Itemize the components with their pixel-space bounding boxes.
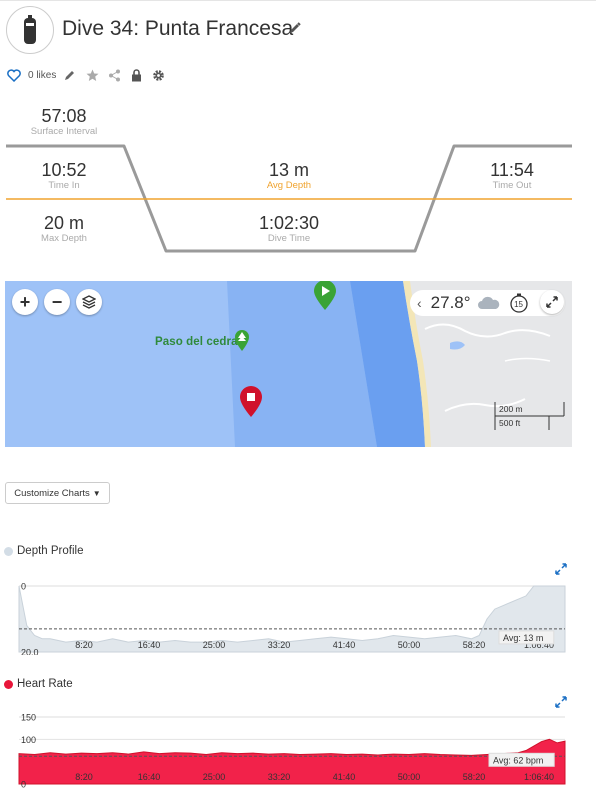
x-tick-label: 16:40 bbox=[138, 772, 161, 782]
chevron-left-icon[interactable]: ‹ bbox=[417, 295, 422, 311]
y-tick-label: 150 bbox=[21, 713, 36, 723]
x-tick-label: 58:20 bbox=[463, 772, 486, 782]
end-marker-icon[interactable] bbox=[238, 384, 264, 418]
pencil-icon[interactable] bbox=[288, 21, 302, 35]
timer-icon: 15 bbox=[509, 293, 529, 313]
y-tick-label: 100 bbox=[21, 735, 36, 745]
customize-charts-label: Customize Charts bbox=[14, 487, 90, 499]
action-bar: 0 likes bbox=[6, 66, 172, 84]
place-label[interactable]: Paso del cedral bbox=[155, 336, 241, 348]
max-depth-stat: 20 m Max Depth bbox=[4, 213, 124, 245]
tree-marker-icon[interactable] bbox=[233, 329, 251, 351]
cloud-icon bbox=[477, 296, 499, 309]
x-tick-label: 16:40 bbox=[138, 640, 161, 650]
layers-icon bbox=[82, 295, 96, 309]
time-in-label: Time In bbox=[48, 180, 80, 191]
time-out-value: 11:54 bbox=[490, 160, 534, 180]
heart-rate-legend-dot bbox=[4, 679, 13, 689]
expand-heart-rate-chart-icon[interactable] bbox=[555, 696, 567, 708]
map-scale: 200 m 500 ft bbox=[494, 402, 566, 430]
scale-metric: 200 m bbox=[499, 404, 523, 414]
expand-icon bbox=[546, 296, 558, 308]
max-depth-label: Max Depth bbox=[41, 233, 87, 244]
max-depth-value: 20 m bbox=[43, 213, 85, 233]
avg-badge-label: Avg: 62 bpm bbox=[493, 755, 543, 765]
dive-time-label: Dive Time bbox=[267, 233, 311, 244]
x-tick-label: 1:06:40 bbox=[524, 772, 554, 782]
tank-icon bbox=[24, 15, 36, 44]
temperature: 27.8° bbox=[430, 293, 471, 312]
scale-imperial: 500 ft bbox=[499, 418, 521, 428]
heart-rate-chart[interactable]: 150 100 0 8:20 16:40 25:00 33:20 41:40 50:00 58:2… bbox=[0, 708, 596, 800]
fullscreen-button[interactable] bbox=[540, 290, 564, 314]
depth-chart[interactable]: 020.08:20 16:40 25:00 33:20 41:40 50:00 58:20 1… bbox=[0, 570, 596, 655]
time-out-label: Time Out bbox=[492, 180, 532, 191]
time-in-stat: 10:52 Time In bbox=[4, 160, 124, 192]
timer-value: 15 bbox=[514, 299, 524, 309]
plus-icon: + bbox=[19, 291, 31, 312]
share-icon[interactable] bbox=[106, 67, 122, 83]
gear-icon[interactable] bbox=[150, 67, 166, 83]
y-tick-label: 0 bbox=[21, 582, 26, 592]
layers-button[interactable] bbox=[76, 289, 102, 315]
depth-chart-title: Depth Profile bbox=[4, 545, 84, 557]
zoom-in-button[interactable]: + bbox=[12, 289, 38, 315]
x-tick-label: 33:20 bbox=[268, 640, 291, 650]
minus-icon: − bbox=[51, 291, 63, 312]
customize-charts-button[interactable]: Customize Charts ▼ bbox=[5, 482, 110, 504]
x-tick-label: 8:20 bbox=[75, 772, 93, 782]
x-tick-label: 8:20 bbox=[75, 640, 93, 650]
y-tick-label: 0 bbox=[21, 780, 26, 790]
x-tick-label: 25:00 bbox=[203, 640, 226, 650]
pencil-icon[interactable] bbox=[62, 67, 78, 83]
surface-interval-value: 57:08 bbox=[41, 106, 87, 126]
x-tick-label: 33:20 bbox=[268, 772, 291, 782]
page-title: Dive 34: Punta Francesa bbox=[62, 17, 294, 40]
depth-legend-dot bbox=[4, 546, 13, 556]
avg-depth-label: Avg Depth bbox=[266, 180, 312, 191]
y-tick-label: 20.0 bbox=[21, 648, 39, 656]
lock-icon[interactable] bbox=[128, 67, 144, 83]
avg-badge-label: Avg: 13 m bbox=[503, 633, 543, 643]
x-tick-label: 58:20 bbox=[463, 640, 486, 650]
time-out-stat: 11:54 Time Out bbox=[452, 160, 572, 192]
x-tick-label: 50:00 bbox=[398, 772, 421, 782]
x-tick-label: 41:40 bbox=[333, 772, 356, 782]
x-tick-label: 41:40 bbox=[333, 640, 356, 650]
surface-interval-label: Surface Interval bbox=[30, 126, 98, 137]
dive-avatar[interactable] bbox=[6, 6, 54, 54]
heart-rate-chart-title-text: Heart Rate bbox=[17, 678, 73, 690]
dive-time-value: 1:02:30 bbox=[258, 213, 320, 233]
x-tick-label: 25:00 bbox=[203, 772, 226, 782]
dive-profile-diagram: 57:08 Surface Interval 10:52 Time In 13 … bbox=[0, 96, 596, 266]
time-in-value: 10:52 bbox=[41, 160, 87, 180]
page-top-border bbox=[0, 0, 596, 1]
avg-depth-stat: 13 m Avg Depth bbox=[229, 160, 349, 192]
start-marker-icon[interactable] bbox=[312, 281, 338, 311]
surface-interval-stat: 57:08 Surface Interval bbox=[4, 106, 124, 138]
x-tick-label: 50:00 bbox=[398, 640, 421, 650]
avg-depth-value: 13 m bbox=[268, 160, 310, 180]
star-icon[interactable] bbox=[84, 67, 100, 83]
dive-time-stat: 1:02:30 Dive Time bbox=[229, 213, 349, 245]
heart-icon[interactable] bbox=[6, 67, 22, 83]
heart-rate-chart-title: Heart Rate bbox=[4, 678, 73, 690]
depth-chart-title-text: Depth Profile bbox=[17, 545, 84, 557]
caret-down-icon: ▼ bbox=[92, 488, 101, 498]
likes-count[interactable]: 0 likes bbox=[28, 70, 56, 81]
dive-map[interactable]: + − Paso del cedral ‹ 27.8° 15 200 m 500… bbox=[5, 281, 572, 447]
zoom-out-button[interactable]: − bbox=[44, 289, 70, 315]
